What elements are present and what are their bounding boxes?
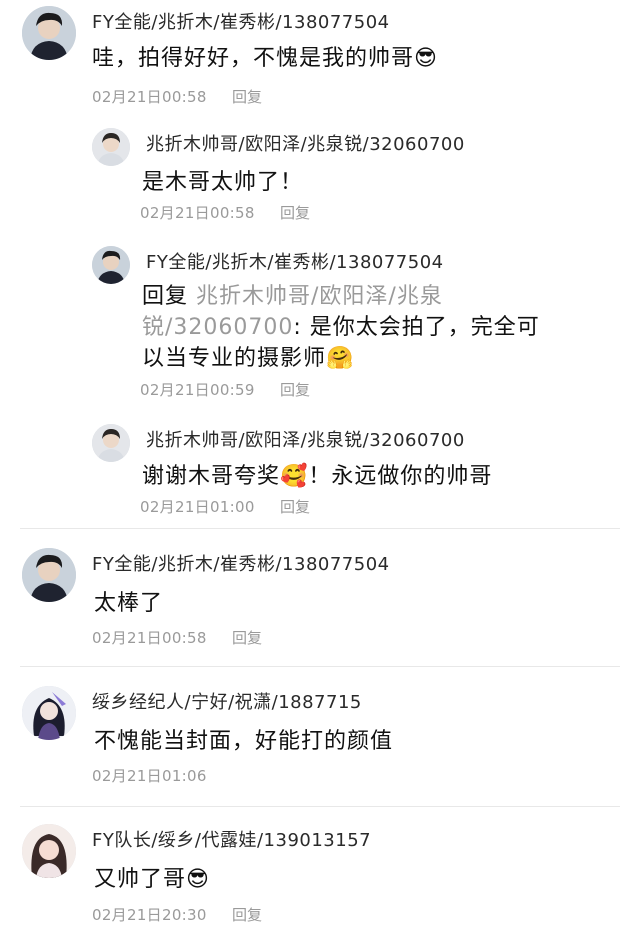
comment-text: 又帅了哥😎 <box>94 861 210 893</box>
reply-text-after: ！永远做你的帅哥 <box>308 464 493 489</box>
user-avatar-light-icon[interactable] <box>92 128 130 166</box>
hugging-emoji-icon: 🤗 <box>326 346 355 371</box>
comment-username[interactable]: FY队长/绥乡/代露娃/139013157 <box>92 826 371 852</box>
smiling-hearts-emoji-icon: 🥰 <box>280 464 309 489</box>
user-avatar-girl-icon[interactable] <box>22 824 76 878</box>
reply-text-before: 谢谢木哥夸奖 <box>142 464 281 489</box>
reply-meta: 02月21日01:00 回复 <box>140 496 310 517</box>
reply-username[interactable]: FY全能/兆折木/崔秀彬/138077504 <box>146 248 444 274</box>
user-avatar-dark-hair-icon[interactable] <box>92 246 130 284</box>
divider <box>20 528 620 529</box>
reply-prefix: 回复 <box>142 284 189 309</box>
comment-username[interactable]: FY全能/兆折木/崔秀彬/138077504 <box>92 550 390 576</box>
comment-text: 哇，拍得好好，不愧是我的帅哥😎 <box>92 40 438 72</box>
user-avatar-dark-hair-icon[interactable] <box>22 6 76 60</box>
reply-meta: 02月21日00:59 回复 <box>140 379 310 400</box>
reply-button[interactable]: 回复 <box>232 86 262 107</box>
comment-time: 02月21日00:58 <box>92 88 207 106</box>
reply-button[interactable]: 回复 <box>280 379 310 400</box>
sunglasses-emoji-icon: 😎 <box>414 46 438 71</box>
reply-button[interactable]: 回复 <box>232 904 262 925</box>
reply-username[interactable]: 兆折木帅哥/欧阳泽/兆泉锐/32060700 <box>146 426 465 452</box>
comment-username[interactable]: FY全能/兆折木/崔秀彬/138077504 <box>92 8 390 34</box>
divider <box>20 806 620 807</box>
sunglasses-emoji-icon: 😎 <box>186 867 210 892</box>
reply-button[interactable]: 回复 <box>280 202 310 223</box>
reply-time: 02月21日00:59 <box>140 381 255 399</box>
reply-button[interactable]: 回复 <box>232 627 262 648</box>
reply-meta: 02月21日00:58 回复 <box>140 202 310 223</box>
reply-time: 02月21日00:58 <box>140 204 255 222</box>
reply-time: 02月21日01:00 <box>140 498 255 516</box>
comment-text: 不愧能当封面，好能打的颜值 <box>94 729 394 754</box>
user-avatar-light-icon[interactable] <box>92 424 130 462</box>
reply-text: 回复 兆折木帅哥/欧阳泽/兆泉锐/32060700: 是你太会拍了，完全可以当专… <box>142 281 562 374</box>
comment-username[interactable]: 绥乡经纪人/宁好/祝潇/1887715 <box>92 688 362 714</box>
comment-time: 02月21日20:30 <box>92 906 207 924</box>
comment-meta: 02月21日01:06 <box>92 765 207 786</box>
comment-meta: 02月21日20:30 回复 <box>92 904 262 925</box>
reply-text: 是木哥太帅了！ <box>142 170 304 195</box>
reply-button[interactable]: 回复 <box>280 496 310 517</box>
comment-time: 02月21日01:06 <box>92 767 207 785</box>
divider <box>20 666 620 667</box>
comment-text-body: 又帅了哥 <box>94 867 187 892</box>
reply-text: 谢谢木哥夸奖🥰！永远做你的帅哥 <box>142 458 492 490</box>
comment-time: 02月21日00:58 <box>92 629 207 647</box>
reply-username[interactable]: 兆折木帅哥/欧阳泽/兆泉锐/32060700 <box>146 130 465 156</box>
comment-text-body: 哇，拍得好好，不愧是我的帅哥 <box>92 46 415 71</box>
comment-text: 太棒了 <box>94 591 164 616</box>
user-avatar-dark-hair-icon[interactable] <box>22 548 76 602</box>
comment-meta: 02月21日00:58 回复 <box>92 627 262 648</box>
user-avatar-anime-icon[interactable] <box>22 686 76 740</box>
comment-meta: 02月21日00:58 回复 <box>92 86 262 107</box>
